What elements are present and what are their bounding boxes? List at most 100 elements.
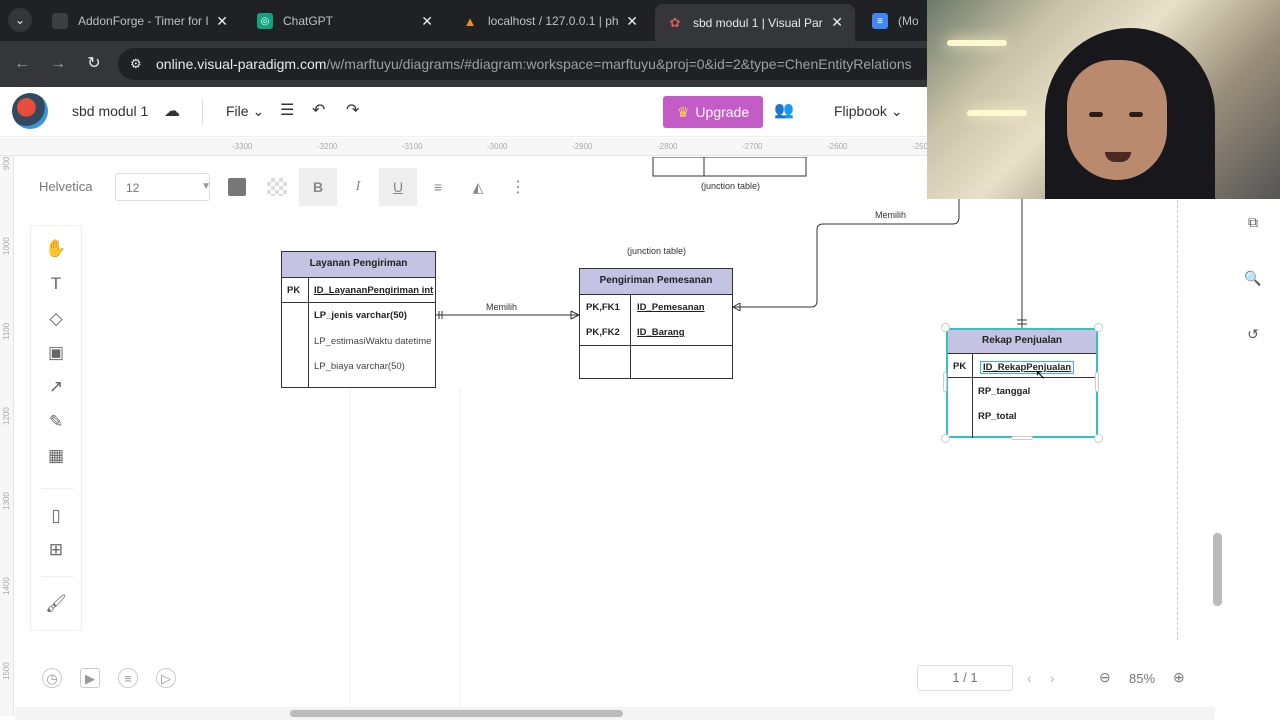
close-tab-icon[interactable]: ✕ — [216, 13, 228, 30]
close-tab-icon[interactable]: ✕ — [421, 13, 433, 30]
pk-field[interactable]: ID_Barang — [637, 327, 685, 338]
tab-title: localhost / 127.0.0.1 | php — [488, 14, 619, 28]
tab-title: (Modul — [898, 14, 918, 28]
row-divider — [282, 302, 435, 303]
ruler-tick: -2800 — [657, 142, 678, 151]
italic-button[interactable]: I — [339, 168, 377, 206]
crown-icon: ♛ — [676, 103, 690, 120]
page-indicator[interactable]: 1 / 1 — [917, 665, 1013, 691]
close-tab-icon[interactable]: ✕ — [831, 14, 843, 31]
pen-tool-icon[interactable]: ✎ — [45, 411, 67, 433]
tab-visual-paradigm[interactable]: ✿ sbd modul 1 | Visual Para ✕ — [655, 4, 855, 41]
tab-chatgpt[interactable]: ◎ ChatGPT ✕ — [245, 6, 445, 36]
more-options-icon[interactable]: ⋮ — [499, 168, 537, 206]
entity-pengiriman-pemesanan[interactable]: Pengiriman Pemesanan PK,FK1 ID_Pemesanan… — [579, 268, 733, 379]
bold-button[interactable]: B — [299, 168, 337, 206]
flipbook-menu[interactable]: Flipbook ⌄ — [834, 103, 903, 120]
line-color-button[interactable] — [258, 168, 296, 206]
entity-title[interactable]: Layanan Pengiriman — [282, 252, 435, 278]
table-tool-icon[interactable]: ▦ — [45, 445, 67, 467]
site-settings-icon[interactable]: ⚙ — [130, 48, 142, 80]
next-page-icon[interactable]: › — [1050, 670, 1055, 686]
menu-icon[interactable]: ☰ — [280, 100, 294, 120]
pk-field[interactable]: ID_Pemesanan — [637, 302, 705, 313]
ruler-tick: 1100 — [2, 322, 11, 340]
add-widget-icon[interactable]: ⊞ — [45, 539, 67, 561]
reload-icon[interactable]: ↻ — [83, 53, 105, 75]
hand-tool-icon[interactable]: ✋ — [45, 238, 67, 260]
undo-icon[interactable]: ↶ — [312, 100, 325, 120]
redo-icon[interactable]: ↷ — [346, 100, 359, 120]
eye — [1129, 112, 1143, 117]
prev-page-icon[interactable]: ‹ — [1027, 670, 1032, 686]
font-family-select[interactable]: Helvetica — [39, 179, 92, 194]
top-entity-partial[interactable] — [652, 157, 807, 177]
shapes-tool-icon[interactable]: ◇ — [45, 308, 67, 330]
zoom-out-icon[interactable]: ⊖ — [1099, 669, 1111, 686]
relationship-line-2[interactable] — [733, 197, 960, 308]
pk-field[interactable]: ID_LayananPengiriman int — [314, 285, 435, 296]
connector-tool-icon[interactable]: ↗ — [45, 376, 67, 398]
entity-field[interactable]: LP_jenis varchar(50) — [314, 310, 435, 321]
ruler-tick: 1500 — [2, 662, 11, 680]
url-input[interactable]: ⚙ online.visual-paradigm.com/w/marftuyu/… — [118, 48, 938, 80]
fill-color-button[interactable] — [218, 168, 256, 206]
flip-icon[interactable]: ◭ — [459, 168, 497, 206]
pages-icon[interactable]: ⧉ — [1244, 214, 1262, 232]
visual-paradigm-logo[interactable] — [12, 93, 48, 129]
format-painter-icon[interactable]: 🖌 — [45, 593, 67, 615]
align-left-icon[interactable]: ≡ — [419, 168, 457, 206]
entity-layanan-pengiriman[interactable]: Layanan Pengiriman PK ID_LayananPengirim… — [281, 251, 436, 388]
comment-icon[interactable]: ≡ — [118, 668, 138, 688]
tab-modul-doc[interactable]: ≡ (Modul — [860, 6, 930, 36]
resize-handle[interactable] — [1094, 323, 1103, 332]
timer-icon[interactable]: ◷ — [42, 668, 62, 688]
ruler-tick: 1400 — [2, 577, 11, 595]
resize-handle[interactable] — [1011, 436, 1033, 440]
search-icon[interactable]: 🔍 — [1244, 270, 1262, 288]
entity-field[interactable]: LP_biaya varchar(50) — [314, 361, 435, 372]
bottom-tools: ◷ ▶ ≡ ▷ — [30, 658, 190, 698]
entity-rekap-penjualan[interactable]: Rekap Penjualan PK ID_RekapPenjualan RP_… — [946, 328, 1098, 438]
resize-handle[interactable] — [941, 323, 950, 332]
back-arrow-icon[interactable]: ← — [11, 53, 33, 75]
underline-button[interactable]: U — [379, 168, 417, 206]
diagram-canvas[interactable]: (junction table) (junction table) Memili… — [15, 157, 1225, 707]
page-boundary — [1177, 200, 1178, 640]
relationship-label[interactable]: Memilih — [875, 210, 906, 220]
upgrade-button[interactable]: ♛ Upgrade — [663, 96, 763, 128]
resize-handle[interactable] — [941, 434, 950, 443]
resize-handle[interactable] — [1094, 434, 1103, 443]
horizontal-scrollbar[interactable] — [290, 710, 623, 717]
forward-arrow-icon[interactable]: → — [47, 53, 69, 75]
relationship-label[interactable]: Memilih — [486, 302, 517, 312]
close-tab-icon[interactable]: ✕ — [626, 13, 638, 30]
entity-field[interactable]: RP_total — [978, 411, 1017, 422]
video-icon[interactable]: ▶ — [80, 668, 100, 688]
image-tool-icon[interactable]: ▣ — [45, 342, 67, 364]
panel-layout-icon[interactable]: ▯ — [45, 505, 67, 527]
presentation-play-icon[interactable]: ▷ — [156, 668, 176, 688]
entity-title[interactable]: Rekap Penjualan — [948, 330, 1096, 354]
vertical-scrollbar[interactable] — [1213, 533, 1222, 606]
entity-field[interactable]: RP_tanggal — [978, 386, 1030, 397]
pk-field-editing[interactable]: ID_RekapPenjualan — [980, 361, 1075, 374]
chevron-down-icon: ⌄ — [890, 103, 903, 119]
font-size-input[interactable]: 12 ▼ — [115, 173, 211, 201]
history-icon[interactable]: ↺ — [1244, 326, 1262, 344]
zoom-level[interactable]: 85% — [1129, 671, 1155, 686]
text-tool-icon[interactable]: T — [45, 273, 67, 295]
entity-field[interactable]: LP_estimasiWaktu datetime — [314, 336, 435, 347]
resize-handle[interactable] — [1095, 372, 1099, 392]
zoom-in-icon[interactable]: ⊕ — [1173, 669, 1185, 686]
collaborators-icon[interactable]: 👥 — [774, 100, 794, 120]
resize-handle[interactable] — [943, 372, 947, 392]
project-name[interactable]: sbd modul 1 — [72, 103, 148, 119]
entity-title[interactable]: Pengiriman Pemesanan — [580, 269, 732, 295]
tab-search-menu-icon[interactable]: ⌄ — [8, 8, 32, 32]
column-divider — [972, 354, 973, 438]
tab-addonforge[interactable]: AddonForge - Timer for I ✕ — [40, 6, 240, 36]
tab-phpmyadmin[interactable]: ▲ localhost / 127.0.0.1 | php ✕ — [450, 6, 650, 36]
file-menu[interactable]: File ⌄ — [226, 103, 264, 120]
cloud-sync-icon[interactable]: ☁ — [164, 101, 180, 121]
